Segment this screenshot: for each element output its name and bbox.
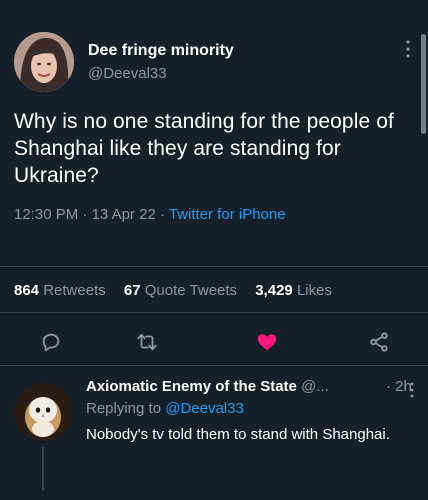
reply-handle[interactable]: @... (301, 378, 329, 395)
tweet-date[interactable]: 13 Apr 22 (92, 206, 156, 223)
heart-icon-filled (257, 334, 277, 351)
retweet-icon (137, 333, 157, 351)
author-handle[interactable]: @Deeval33 (88, 63, 414, 84)
like-button[interactable] (250, 325, 284, 359)
reply-display-name[interactable]: Axiomatic Enemy of the State (86, 378, 297, 395)
divider (0, 266, 428, 267)
main-tweet[interactable]: Dee fringe minority @Deeval33 Why is no … (14, 30, 414, 225)
retweets-count: 864 (14, 282, 40, 299)
reply-icon (42, 333, 60, 352)
scrollbar[interactable] (421, 34, 426, 134)
likes-label: Likes (296, 282, 332, 299)
reply-body: Axiomatic Enemy of the State @... · 2h R… (86, 377, 416, 445)
retweets-label: Retweets (43, 282, 106, 299)
quotes-stat[interactable]: 67 Quote Tweets (124, 282, 237, 299)
reply-header: Axiomatic Enemy of the State @... · 2h (86, 377, 416, 397)
tweet-actions (0, 325, 428, 359)
replying-to: Replying to @Deeval33 (86, 399, 416, 419)
replying-mention[interactable]: @Deeval33 (165, 400, 244, 417)
more-options-icon[interactable] (402, 38, 414, 60)
tweet-stats: 864 Retweets 67 Quote Tweets 3,429 Likes (14, 282, 346, 299)
quotes-count: 67 (123, 282, 141, 299)
reply-button[interactable] (34, 325, 68, 359)
tweet-text: Why is no one standing for the people of… (14, 110, 394, 187)
share-icon (370, 332, 388, 352)
likes-count: 3,429 (255, 282, 293, 299)
reply-text: Nobody's tv told them to stand with Shan… (86, 426, 390, 443)
share-button[interactable] (362, 325, 396, 359)
meta-separator: · (155, 206, 169, 223)
quotes-label: Quote Tweets (144, 282, 238, 299)
reply-avatar[interactable] (14, 383, 72, 441)
tweet-time[interactable]: 12:30 PM (14, 206, 78, 223)
reply-time-sep: · (386, 378, 396, 395)
tweet-source[interactable]: Twitter for iPhone (169, 206, 286, 223)
author-meta: Dee fringe minority @Deeval33 (88, 40, 414, 84)
author-avatar[interactable] (14, 32, 74, 92)
reply-more-icon[interactable] (408, 381, 416, 399)
tweet-author-row: Dee fringe minority @Deeval33 (14, 30, 414, 94)
tweet-meta: 12:30 PM · 13 Apr 22 · Twitter for iPhon… (14, 205, 414, 225)
thread-line (42, 447, 44, 491)
author-display-name[interactable]: Dee fringe minority (88, 40, 414, 61)
likes-stat[interactable]: 3,429 Likes (255, 282, 332, 299)
divider (0, 365, 428, 366)
replying-prefix: Replying to (86, 400, 166, 417)
retweets-stat[interactable]: 864 Retweets (14, 282, 106, 299)
meta-separator: · (78, 206, 92, 223)
retweet-button[interactable] (130, 325, 164, 359)
divider (0, 312, 428, 313)
